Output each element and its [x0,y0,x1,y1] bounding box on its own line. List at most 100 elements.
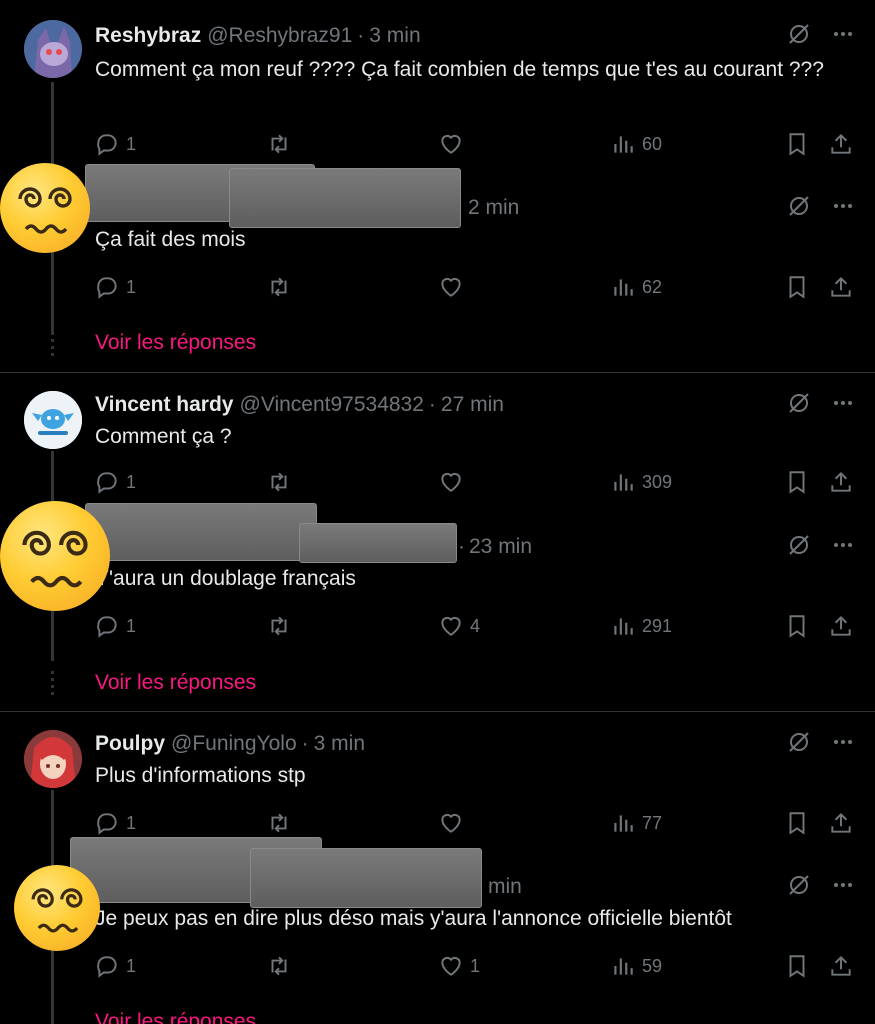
views-button[interactable]: 62 [610,274,662,300]
more-icon[interactable] [831,22,855,51]
retweet-button[interactable] [266,469,298,495]
like-button[interactable] [438,810,470,836]
timestamp[interactable]: 3 min [314,732,365,756]
separator: · [301,732,309,755]
views-icon [610,953,636,979]
thread-dots [51,671,54,697]
bookmark-button[interactable] [784,131,810,157]
views-icon [610,469,636,495]
share-button[interactable] [828,953,854,979]
more-icon[interactable] [831,391,855,420]
tweet-header: Reshybraz @Reshybraz91 · 3 min [95,22,421,50]
share-icon [828,131,854,157]
like-button[interactable]: 4 [438,613,480,639]
retweet-button[interactable] [266,131,298,157]
share-icon [828,613,854,639]
grok-icon[interactable] [787,533,811,562]
author-name[interactable]: Vincent hardy [95,393,234,417]
share-button[interactable] [828,613,854,639]
tweet-text: Comment ça mon reuf ???? Ça fait combien… [95,58,824,81]
like-count: 4 [470,615,481,636]
bookmark-button[interactable] [784,810,810,836]
retweet-button[interactable] [266,953,298,979]
reply-button[interactable]: 1 [94,613,136,639]
views-button[interactable]: 60 [610,131,662,157]
bookmark-button[interactable] [784,613,810,639]
avatar[interactable] [24,730,82,788]
share-button[interactable] [828,274,854,300]
views-button[interactable]: 291 [610,613,672,639]
bookmark-button[interactable] [784,274,810,300]
share-button[interactable] [828,810,854,836]
grok-icon[interactable] [787,391,811,420]
avatar[interactable] [24,20,82,78]
views-button[interactable]: 59 [610,953,662,979]
dizzy-face-emoji [0,163,90,253]
grok-icon[interactable] [787,730,811,759]
like-button[interactable]: 1 [438,953,480,979]
grok-icon[interactable] [787,873,811,902]
retweet-icon [266,810,292,836]
tweet-header: Vincent hardy @Vincent97534832 · 27 min [95,391,504,419]
show-replies-link[interactable]: Voir les réponses [95,331,256,355]
timestamp[interactable]: 3 min [369,24,420,48]
tweet-header: Poulpy @FuningYolo · 3 min [95,730,365,758]
retweet-icon [266,613,292,639]
tweet-text: Ça fait des mois [95,228,246,251]
author-handle[interactable]: @FuningYolo [171,732,297,756]
redaction-box [85,503,317,561]
reply-count: 1 [126,812,137,833]
more-icon[interactable] [831,873,855,902]
tweet-top-icons [787,730,855,758]
grok-icon[interactable] [787,22,811,51]
bookmark-button[interactable] [784,469,810,495]
like-icon [438,953,464,979]
tweet-text: Comment ça ? [95,425,232,448]
tweet-header: · 23 min [458,533,532,561]
retweet-button[interactable] [266,274,298,300]
more-icon[interactable] [831,194,855,223]
reply-button[interactable]: 1 [94,469,136,495]
bookmark-icon [784,810,810,836]
retweet-icon [266,274,292,300]
timestamp[interactable]: min [488,875,522,899]
timestamp[interactable]: 27 min [441,393,504,417]
reply-icon [94,953,120,979]
tweet-top-icons [787,391,855,419]
views-button[interactable]: 77 [610,810,662,836]
like-button[interactable] [438,274,470,300]
share-button[interactable] [828,131,854,157]
author-handle[interactable]: @Vincent97534832 [240,393,424,417]
reply-button[interactable]: 1 [94,810,136,836]
bookmark-icon [784,274,810,300]
like-button[interactable] [438,469,470,495]
timestamp[interactable]: 23 min [469,535,532,559]
show-replies-link[interactable]: Voir les réponses [95,671,256,695]
more-icon[interactable] [831,730,855,759]
timestamp[interactable]: 2 min [468,196,519,220]
tweet-top-icons [787,194,855,222]
share-button[interactable] [828,469,854,495]
like-count: 1 [470,955,481,976]
reply-count: 1 [126,276,137,297]
retweet-icon [266,953,292,979]
show-replies-link[interactable]: Voir les réponses [95,1010,256,1024]
reply-button[interactable]: 1 [94,953,136,979]
retweet-button[interactable] [266,810,298,836]
bookmark-button[interactable] [784,953,810,979]
like-button[interactable] [438,131,470,157]
reply-count: 1 [126,955,137,976]
action-bar: 1 1 59 [94,953,864,983]
thread-3: Poulpy @FuningYolo · 3 min Plus d'inform… [0,712,875,1024]
more-icon[interactable] [831,533,855,562]
grok-icon[interactable] [787,194,811,223]
action-bar: 1 4 291 [94,613,864,643]
reply-button[interactable]: 1 [94,131,136,157]
avatar[interactable] [24,391,82,449]
author-name[interactable]: Reshybraz [95,24,201,48]
retweet-button[interactable] [266,613,298,639]
reply-button[interactable]: 1 [94,274,136,300]
author-name[interactable]: Poulpy [95,732,165,756]
views-button[interactable]: 309 [610,469,672,495]
author-handle[interactable]: @Reshybraz91 [207,24,352,48]
